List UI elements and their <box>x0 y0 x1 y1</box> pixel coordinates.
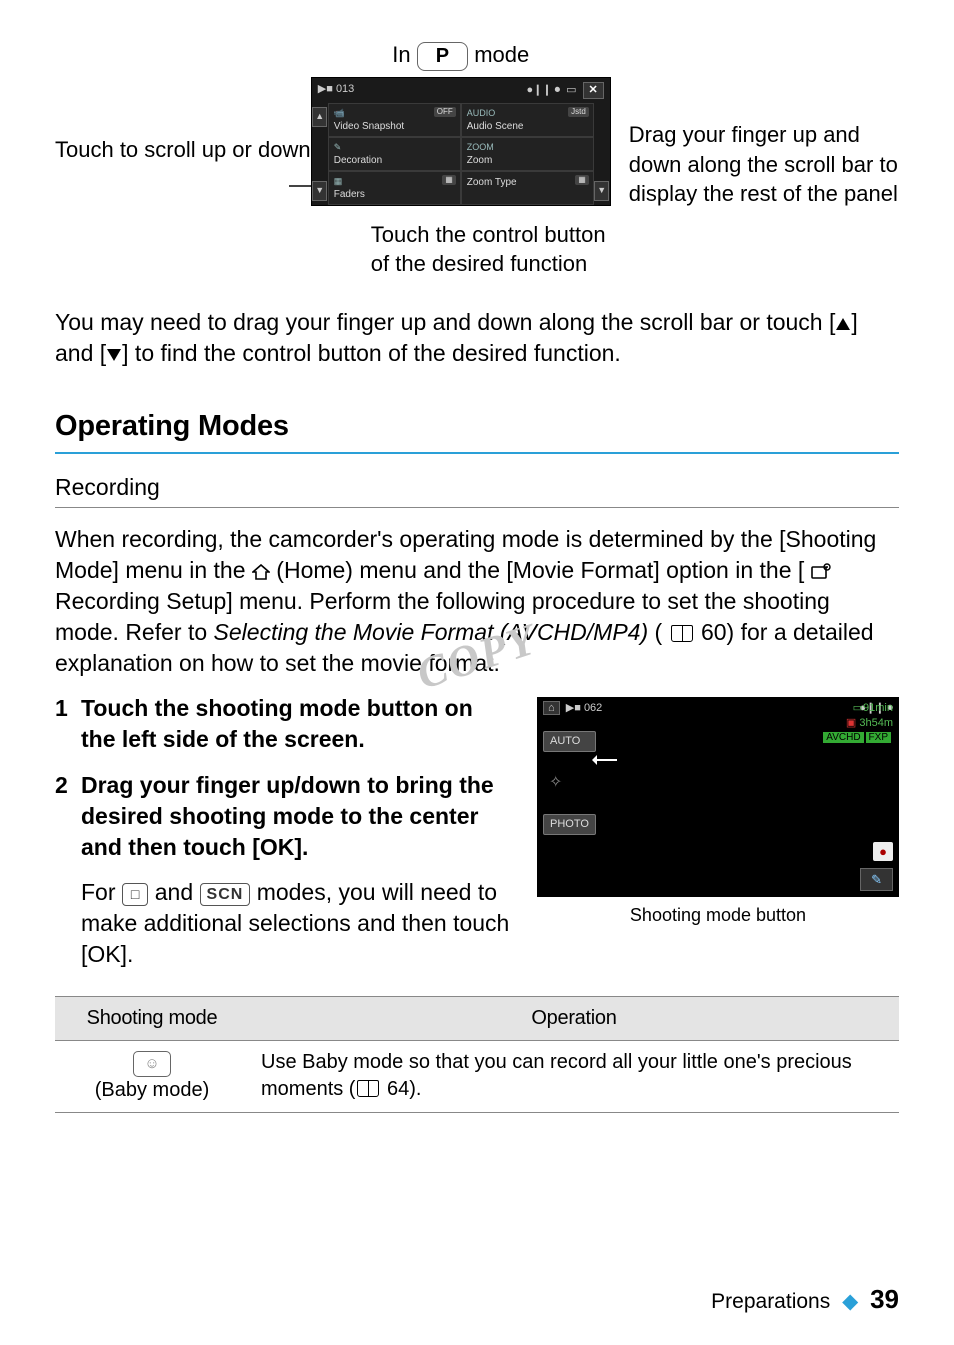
table-header-operation: Operation <box>249 996 899 1040</box>
step-2-subtext: For □ and SCN modes, you will need to ma… <box>81 877 511 970</box>
home-icon <box>252 564 270 580</box>
step-2-number: 2 <box>55 770 81 863</box>
baby-mode-operation: Use Baby mode so that you can record all… <box>249 1040 899 1112</box>
battery-icon: ▭ <box>566 83 576 98</box>
screenshot-caption: Shooting mode button <box>537 903 899 927</box>
cell-zoom[interactable]: ZOOMZoom <box>461 137 594 171</box>
up-triangle-icon <box>835 317 851 331</box>
scroll-up-button[interactable]: ▲ <box>312 107 327 127</box>
photo-chip[interactable]: PHOTO <box>543 814 596 835</box>
mode-line: In P mode <box>311 40 611 71</box>
cell-zoom-type[interactable]: ▦Zoom Type <box>461 171 594 205</box>
step-1-number: 1 <box>55 693 81 755</box>
cinema-mode-icon: □ <box>122 883 148 906</box>
close-button[interactable]: ✕ <box>583 82 604 99</box>
heading-operating-modes: Operating Modes <box>55 407 899 446</box>
record-button[interactable]: ● <box>873 842 893 862</box>
pointer-arrow <box>593 759 617 761</box>
table-header-mode: Shooting mode <box>55 996 249 1040</box>
focus-icon: ✧ <box>543 770 596 796</box>
scroll-down-button[interactable]: ▼ <box>312 181 327 201</box>
pause-icon: ●❙❙ ⏺ <box>527 83 561 98</box>
cell-audio-scene[interactable]: JstdAUDIOAudio Scene <box>461 103 594 137</box>
mode-badge: P <box>417 42 468 71</box>
baby-mode-icon: ☺ <box>133 1051 170 1077</box>
auto-mode-chip[interactable]: AUTO <box>543 731 596 752</box>
book-ref-icon <box>357 1080 379 1097</box>
scroll-caption-left-text: Touch to scroll up or down <box>55 137 311 162</box>
scroll-caption-left: Touch to scroll up or down <box>55 40 311 165</box>
cell-faders[interactable]: ▦▦Faders <box>328 171 461 205</box>
home-chip: ⌂ <box>543 701 560 715</box>
page-footer: Preparations ◆ 39 <box>711 1282 899 1317</box>
scrollbar-handle[interactable]: ▼ <box>594 181 609 201</box>
paragraph-recording-intro: When recording, the camcorder's operatin… <box>55 524 899 679</box>
function-panel: ▶■ 013 ●❙❙ ⏺ ▭ ✕ ▲ ▼ OFF📹Video Snapshot … <box>311 77 611 206</box>
baby-mode-label: (Baby mode) <box>95 1079 210 1101</box>
screenshot-shooting-mode: ⌂ ▶■ 062 ●❙❙ ⏺ ▭91min ▣ 3h54m AVCHDFXP A… <box>537 697 899 897</box>
scn-mode-icon: SCN <box>200 883 251 907</box>
book-ref-icon <box>671 625 693 642</box>
palette-button[interactable]: ✎ <box>860 868 893 892</box>
subhead-recording: Recording <box>55 472 899 503</box>
paragraph-scrollbar-hint: You may need to drag your finger up and … <box>55 307 899 369</box>
cell-decoration[interactable]: ✎Decoration <box>328 137 461 171</box>
recording-setup-icon <box>811 563 833 581</box>
step-2-text: Drag your finger up/down to bring the de… <box>81 770 511 863</box>
step-1-text: Touch the shooting mode button on the le… <box>81 693 511 755</box>
panel-bottom-caption: Touch the control button of the desired … <box>371 220 611 279</box>
scroll-caption-right: Drag your finger up and down along the s… <box>611 40 899 209</box>
shooting-mode-table: Shooting mode Operation ☺ (Baby mode) Us… <box>55 996 899 1113</box>
down-triangle-icon <box>106 348 122 362</box>
cell-video-snapshot[interactable]: OFF📹Video Snapshot <box>328 103 461 137</box>
table-row: ☺ (Baby mode) Use Baby mode so that you … <box>55 1040 899 1112</box>
panel-page: ▶■ 013 <box>318 82 355 99</box>
